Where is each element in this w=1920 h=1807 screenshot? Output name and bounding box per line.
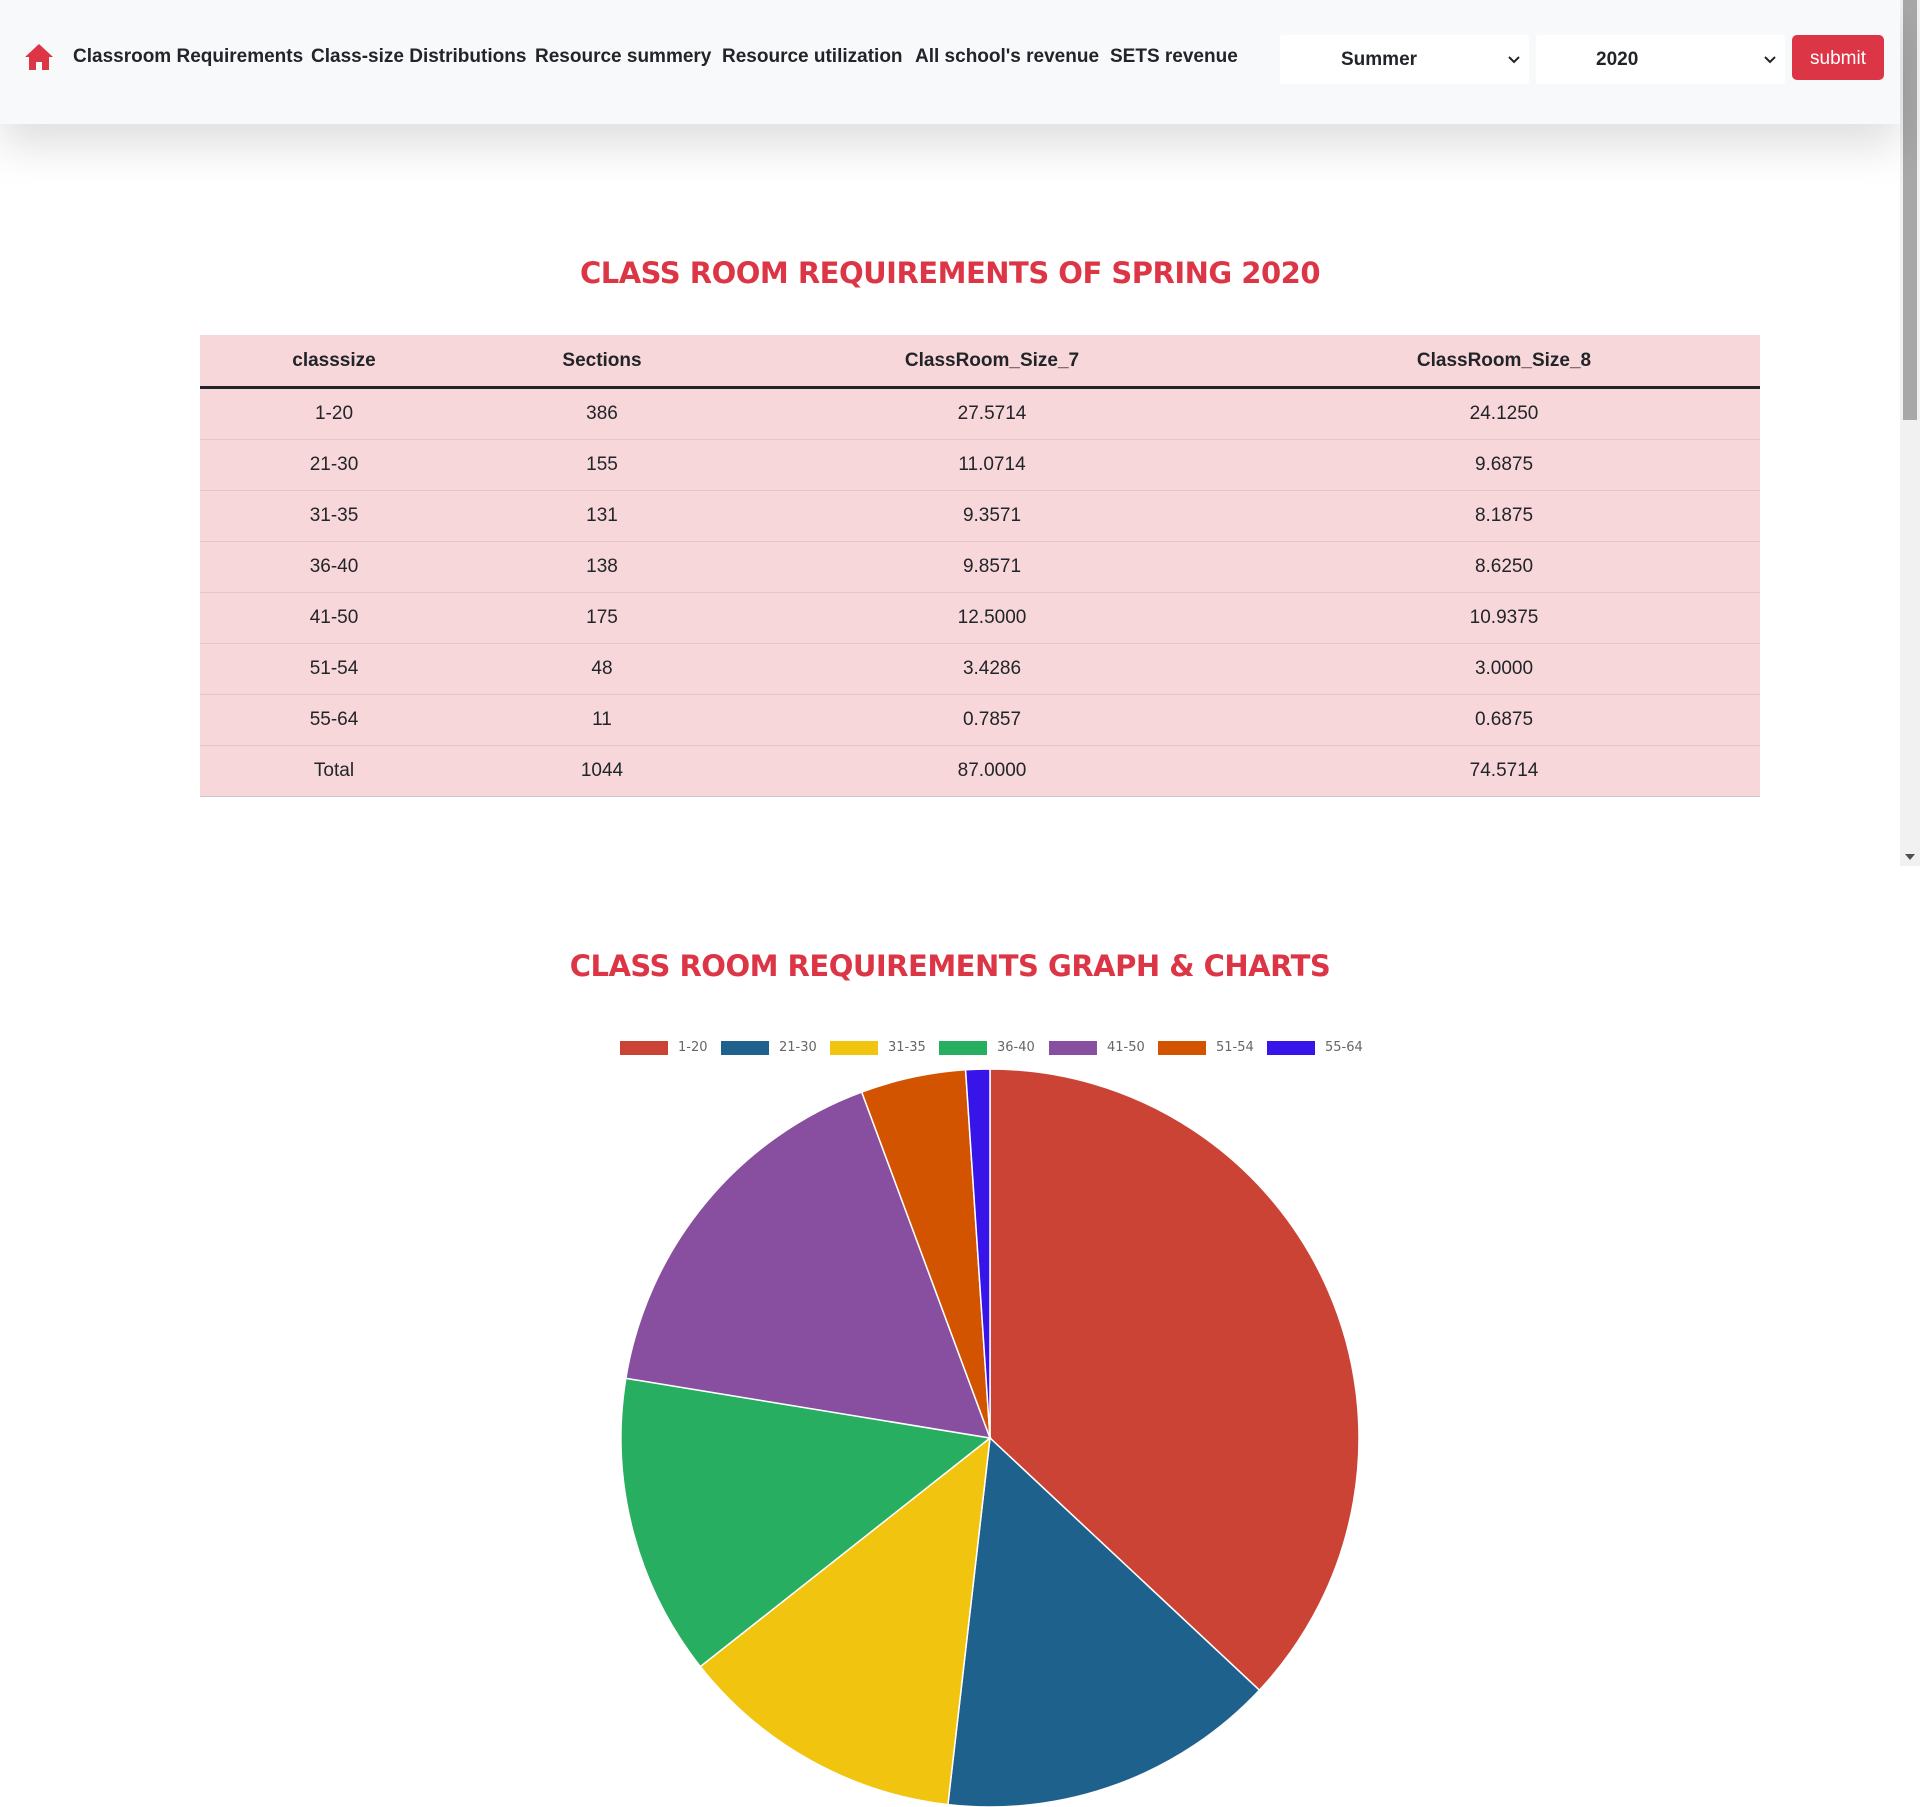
legend-label: 36-40 — [997, 1040, 1035, 1055]
cell-sections: 11 — [468, 694, 736, 746]
cell-classroom-size-7: 9.3571 — [736, 490, 1248, 542]
legend-swatch — [620, 1041, 668, 1055]
nav-link-resource-summery[interactable]: Resource summery — [535, 44, 711, 70]
cell-classroom-size-8: 24.1250 — [1248, 387, 1760, 440]
home-icon[interactable] — [24, 43, 54, 71]
cell-classsize: Total — [200, 745, 468, 797]
col-header-classroom-size-7: ClassRoom_Size_7 — [736, 335, 1248, 389]
table-row: 31-35 131 9.3571 8.1875 — [200, 490, 1760, 542]
chevron-down-icon — [1764, 56, 1776, 64]
cell-classroom-size-7: 87.0000 — [736, 745, 1248, 797]
table-row: 1-20 386 27.5714 24.1250 — [200, 387, 1760, 440]
cell-classroom-size-7: 12.5000 — [736, 592, 1248, 644]
legend-swatch — [830, 1041, 878, 1055]
col-header-classsize: classsize — [200, 335, 468, 389]
scrollbar-thumb[interactable] — [1903, 0, 1917, 420]
legend-label: 31-35 — [888, 1040, 926, 1055]
semester-select-value: Summer — [1341, 49, 1418, 70]
nav-link-class-size-distributions[interactable]: Class-size Distributions — [311, 44, 526, 70]
cell-classsize: 1-20 — [200, 387, 468, 440]
legend-label: 51-54 — [1216, 1040, 1254, 1055]
table-row: 55-64 11 0.7857 0.6875 — [200, 694, 1760, 746]
legend-label: 41-50 — [1107, 1040, 1145, 1055]
legend-swatch — [721, 1041, 769, 1055]
table-section-title: CLASS ROOM REQUIREMENTS OF SPRING 2020 — [579, 256, 1321, 290]
nav-link-all-schools-revenue[interactable]: All school's revenue — [915, 44, 1099, 70]
col-header-classroom-size-8: ClassRoom_Size_8 — [1248, 335, 1760, 389]
table-row: 51-54 48 3.4286 3.0000 — [200, 643, 1760, 695]
table-row: 21-30 155 11.0714 9.6875 — [200, 439, 1760, 491]
cell-sections: 175 — [468, 592, 736, 644]
cell-classroom-size-8: 0.6875 — [1248, 694, 1760, 746]
nav-link-resource-utilization[interactable]: Resource utilization — [722, 44, 903, 70]
cell-classroom-size-8: 8.6250 — [1248, 541, 1760, 593]
cell-classroom-size-7: 11.0714 — [736, 439, 1248, 491]
col-header-sections: Sections — [468, 335, 736, 389]
cell-classroom-size-7: 9.8571 — [736, 541, 1248, 593]
cell-classsize: 41-50 — [200, 592, 468, 644]
table-header-row: classsize Sections ClassRoom_Size_7 Clas… — [200, 335, 1760, 389]
cell-sections: 48 — [468, 643, 736, 695]
cell-classsize: 55-64 — [200, 694, 468, 746]
table-total-row: Total 1044 87.0000 74.5714 — [200, 745, 1760, 797]
legend-label: 55-64 — [1325, 1040, 1363, 1055]
vertical-scrollbar[interactable] — [1900, 0, 1920, 866]
cell-classroom-size-8: 10.9375 — [1248, 592, 1760, 644]
pie-chart — [620, 1068, 1360, 1807]
cell-sections: 138 — [468, 541, 736, 593]
classroom-requirements-table: classsize Sections ClassRoom_Size_7 Clas… — [200, 335, 1760, 797]
chevron-down-icon — [1508, 56, 1520, 64]
table-row: 36-40 138 9.8571 8.6250 — [200, 541, 1760, 593]
cell-classsize: 36-40 — [200, 541, 468, 593]
cell-classroom-size-7: 0.7857 — [736, 694, 1248, 746]
scroll-down-arrow-icon[interactable] — [1905, 854, 1915, 860]
year-select[interactable]: 2020 — [1536, 35, 1785, 84]
year-select-value: 2020 — [1596, 49, 1639, 70]
legend-swatch — [939, 1041, 987, 1055]
submit-button[interactable]: submit — [1792, 35, 1884, 80]
legend-swatch — [1049, 1041, 1097, 1055]
cell-classroom-size-7: 3.4286 — [736, 643, 1248, 695]
cell-classsize: 51-54 — [200, 643, 468, 695]
legend-swatch — [1267, 1041, 1315, 1055]
semester-select[interactable]: Summer — [1280, 35, 1529, 84]
cell-classroom-size-8: 8.1875 — [1248, 490, 1760, 542]
legend-label: 1-20 — [678, 1040, 708, 1055]
cell-sections: 386 — [468, 387, 736, 440]
chart-section-title: CLASS ROOM REQUIREMENTS GRAPH & CHARTS — [569, 949, 1331, 983]
cell-classroom-size-8: 74.5714 — [1248, 745, 1760, 797]
cell-classsize: 31-35 — [200, 490, 468, 542]
legend-swatch — [1158, 1041, 1206, 1055]
cell-sections: 155 — [468, 439, 736, 491]
table-row: 41-50 175 12.5000 10.9375 — [200, 592, 1760, 644]
cell-classroom-size-8: 3.0000 — [1248, 643, 1760, 695]
cell-classsize: 21-30 — [200, 439, 468, 491]
cell-sections: 1044 — [468, 745, 736, 797]
top-navbar: Classroom Requirements Class-size Distri… — [0, 0, 1900, 124]
cell-classroom-size-7: 27.5714 — [736, 387, 1248, 440]
legend-label: 21-30 — [779, 1040, 817, 1055]
nav-link-sets-revenue[interactable]: SETS revenue — [1110, 44, 1238, 70]
nav-link-classroom-requirements[interactable]: Classroom Requirements — [73, 44, 303, 70]
cell-sections: 131 — [468, 490, 736, 542]
cell-classroom-size-8: 9.6875 — [1248, 439, 1760, 491]
